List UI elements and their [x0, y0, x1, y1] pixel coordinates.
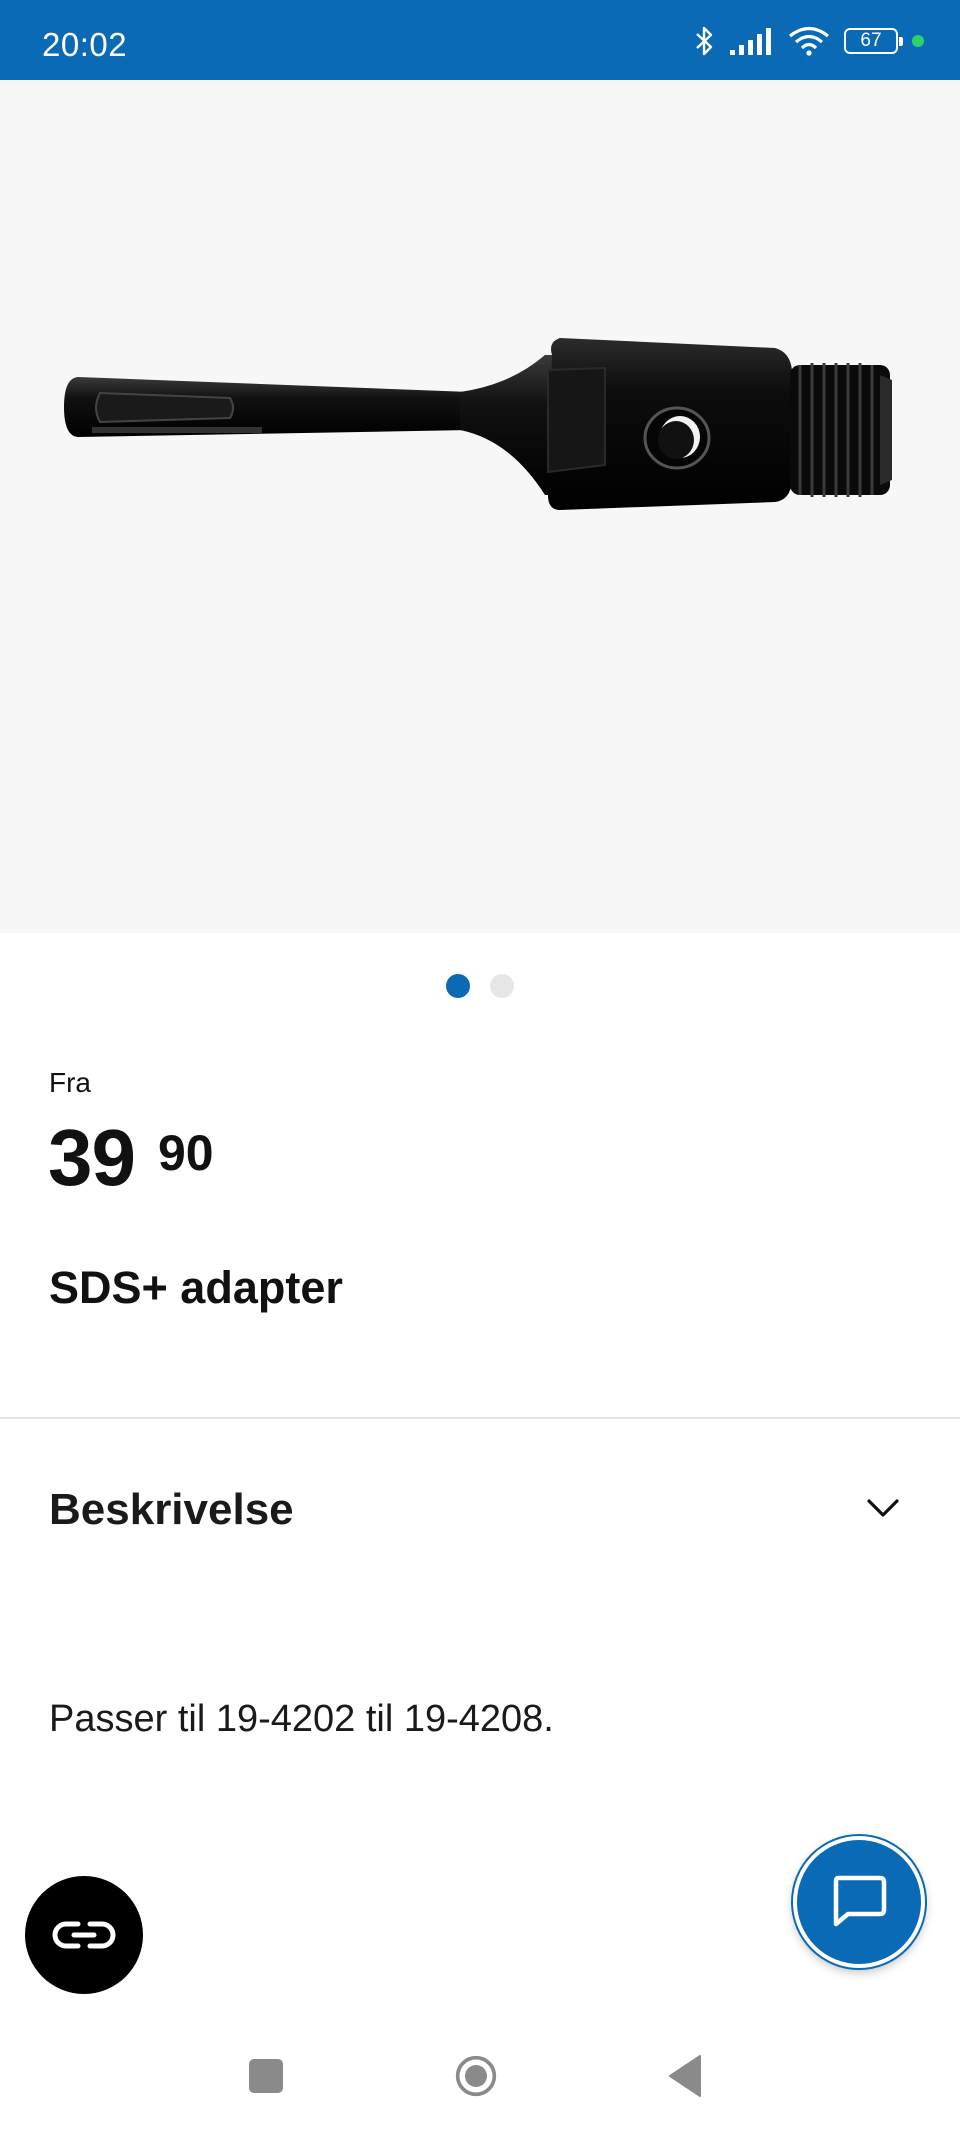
- notification-dot: [912, 35, 924, 47]
- price-decimals: 90: [158, 1125, 214, 1181]
- product-image-carousel[interactable]: [0, 80, 960, 933]
- signal-icon: [730, 28, 771, 55]
- description-accordion-header[interactable]: Beskrivelse: [0, 1455, 960, 1565]
- chevron-down-icon[interactable]: [866, 1497, 900, 1519]
- chat-button[interactable]: [793, 1836, 925, 1968]
- chat-icon: [833, 1875, 887, 1927]
- divider: [0, 1417, 960, 1419]
- description-title: Beskrivelse: [49, 1485, 294, 1534]
- description-text: Passer til 19-4202 til 19-4208.: [49, 1698, 554, 1740]
- price-prefix: Fra: [49, 1067, 91, 1098]
- carousel-indicator: [0, 974, 960, 998]
- battery-level: 67: [860, 30, 882, 51]
- link-icon: [52, 1921, 116, 1949]
- back-triangle-icon[interactable]: [664, 2054, 708, 2098]
- product-title: SDS+ adapter: [49, 1262, 343, 1313]
- link-button[interactable]: [25, 1876, 143, 1994]
- price-main: 39: [48, 1113, 136, 1202]
- battery-icon: 67: [844, 28, 903, 54]
- bluetooth-icon: [696, 26, 713, 56]
- product-image: [64, 338, 892, 510]
- status-icons: 67: [694, 24, 924, 58]
- system-nav-bar: [0, 2016, 960, 2133]
- wifi-icon: [789, 26, 829, 56]
- carousel-dot-2[interactable]: [490, 974, 514, 998]
- home-circle-icon[interactable]: [454, 2054, 498, 2098]
- carousel-dot-1[interactable]: [446, 974, 470, 998]
- status-bar: 20:02 67: [0, 0, 960, 80]
- status-time: 20:02: [42, 26, 128, 63]
- recents-square-icon[interactable]: [244, 2054, 288, 2098]
